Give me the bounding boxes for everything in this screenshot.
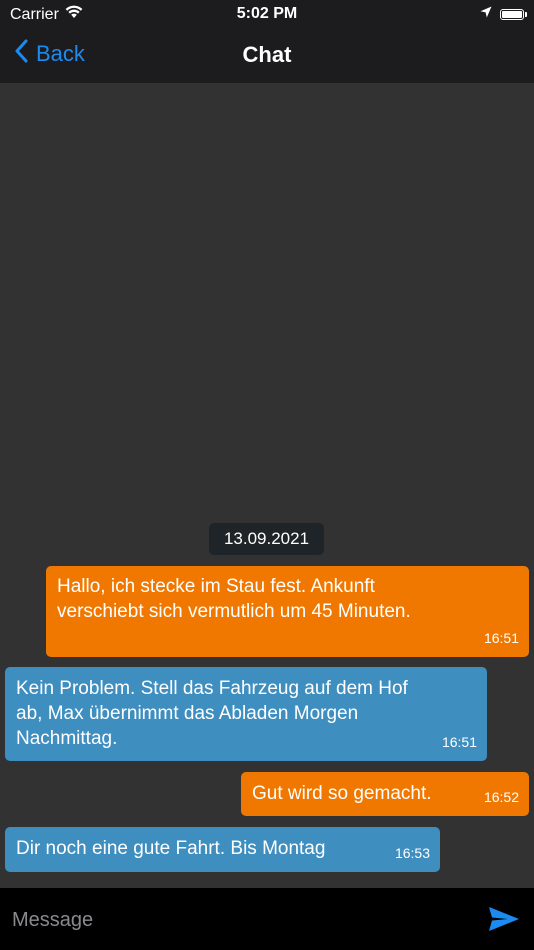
message-text: Gut wird so gemacht. xyxy=(252,783,432,804)
page-title: Chat xyxy=(242,42,292,67)
send-icon xyxy=(488,907,520,937)
message-bubble-outgoing[interactable]: Hallo, ich stecke im Stau fest. Ankunft … xyxy=(46,566,529,657)
chat-message-list[interactable]: 13.09.2021 Hallo, ich stecke im Stau fes… xyxy=(0,83,534,888)
message-text: Hallo, ich stecke im Stau fest. Ankunft … xyxy=(57,576,411,622)
date-separator: 13.09.2021 xyxy=(209,523,324,555)
send-button[interactable] xyxy=(488,905,520,933)
message-composer xyxy=(0,888,534,950)
battery-level xyxy=(502,10,522,18)
message-input[interactable] xyxy=(10,902,474,938)
message-time: 16:51 xyxy=(441,734,477,750)
navigation-bar: Back Chat xyxy=(0,28,534,83)
message-time: 16:53 xyxy=(394,845,430,861)
location-arrow-icon xyxy=(480,5,492,23)
message-bubble-outgoing[interactable]: Gut wird so gemacht. 16:52 xyxy=(241,772,529,816)
battery-icon xyxy=(500,8,527,20)
message-time: 16:52 xyxy=(483,789,519,805)
message-text: Dir noch eine gute Fahrt. Bis Montag xyxy=(16,838,326,859)
status-bar: Carrier 5:02 PM xyxy=(0,0,534,28)
message-time: 16:51 xyxy=(483,630,519,646)
status-time: 5:02 PM xyxy=(236,5,298,22)
chat-screen: Carrier 5:02 PM Back Chat 13.09.2021 Hal… xyxy=(0,0,534,950)
message-text: Kein Problem. Stell das Fahrzeug auf dem… xyxy=(16,678,408,749)
message-bubble-incoming[interactable]: Kein Problem. Stell das Fahrzeug auf dem… xyxy=(5,667,487,761)
status-right-group xyxy=(480,5,527,23)
message-bubble-incoming[interactable]: Dir noch eine gute Fahrt. Bis Montag 16:… xyxy=(5,827,440,872)
